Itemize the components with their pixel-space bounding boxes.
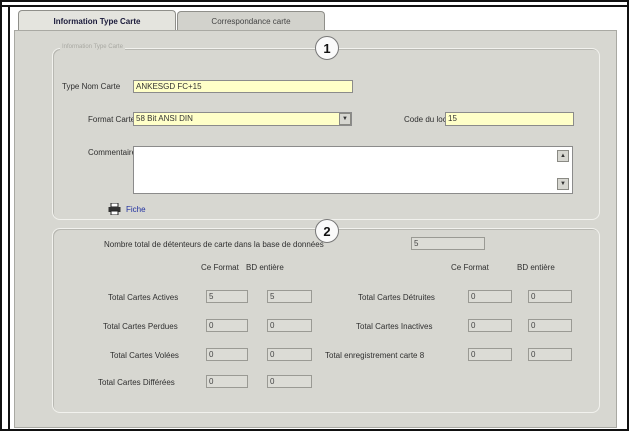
type-nom-label: Type Nom Carte <box>62 82 121 91</box>
commentaires-textarea[interactable] <box>133 146 573 194</box>
total-detruites-bd: 0 <box>528 290 572 303</box>
total-inactives-label: Total Cartes Inactives <box>356 322 433 331</box>
right-col-bd-header: BD entière <box>517 263 555 272</box>
total-enregistrement-label: Total enregistrement carte 8 <box>325 351 425 360</box>
total-differees-format: 0 <box>206 375 248 388</box>
format-carte-select[interactable]: 58 Bit ANSI DIN <box>133 112 352 126</box>
total-volees-bd: 0 <box>267 348 312 361</box>
total-detruites-format: 0 <box>468 290 512 303</box>
total-perdues-format: 0 <box>206 319 248 332</box>
code-local-input[interactable]: 15 <box>445 112 574 126</box>
right-col-format-header: Ce Format <box>451 263 489 272</box>
left-col-bd-header: BD entière <box>246 263 284 272</box>
total-differees-bd: 0 <box>267 375 312 388</box>
total-volees-format: 0 <box>206 348 248 361</box>
fiche-link[interactable]: Fiche <box>126 205 146 214</box>
total-volees-label: Total Cartes Volées <box>110 351 179 360</box>
tab-information-label: Information Type Carte <box>53 16 141 26</box>
total-inactives-bd: 0 <box>528 319 572 332</box>
left-col-format-header: Ce Format <box>201 263 239 272</box>
left-rule <box>8 7 10 431</box>
total-actives-label: Total Cartes Actives <box>108 293 179 302</box>
group1-legend: Information Type Carte <box>60 44 125 50</box>
printer-icon[interactable] <box>108 202 121 216</box>
total-actives-format: 5 <box>206 290 248 303</box>
format-carte-label: Format Carte <box>88 115 136 124</box>
tab-correspondance-label: Correspondance carte <box>211 17 291 26</box>
tab-information-type-carte[interactable]: Information Type Carte <box>18 10 176 31</box>
top-rule <box>2 5 627 7</box>
type-nom-input[interactable]: ANKESGD FC+15 <box>133 80 353 93</box>
total-detruites-label: Total Cartes Détruites <box>358 293 435 302</box>
total-differees-label: Total Cartes Différées <box>98 378 175 387</box>
total-perdues-bd: 0 <box>267 319 312 332</box>
chevron-down-icon[interactable]: ▼ <box>339 113 351 125</box>
total-perdues-label: Total Cartes Perdues <box>103 322 178 331</box>
nombre-total-label: Nombre total de détenteurs de carte dans… <box>104 240 324 249</box>
total-enregistrement-bd: 0 <box>528 348 572 361</box>
tab-correspondance-carte[interactable]: Correspondance carte <box>177 11 325 31</box>
total-enregistrement-format: 0 <box>468 348 512 361</box>
arrow-up-icon[interactable]: ▲ <box>557 150 569 162</box>
arrow-down-icon[interactable]: ▼ <box>557 178 569 190</box>
format-carte-value: 58 Bit ANSI DIN <box>136 114 193 123</box>
total-inactives-format: 0 <box>468 319 512 332</box>
information-type-carte-group <box>52 48 600 220</box>
nombre-total-value: 5 <box>411 237 485 250</box>
callout-one: 1 <box>315 36 339 60</box>
total-actives-bd: 5 <box>267 290 312 303</box>
